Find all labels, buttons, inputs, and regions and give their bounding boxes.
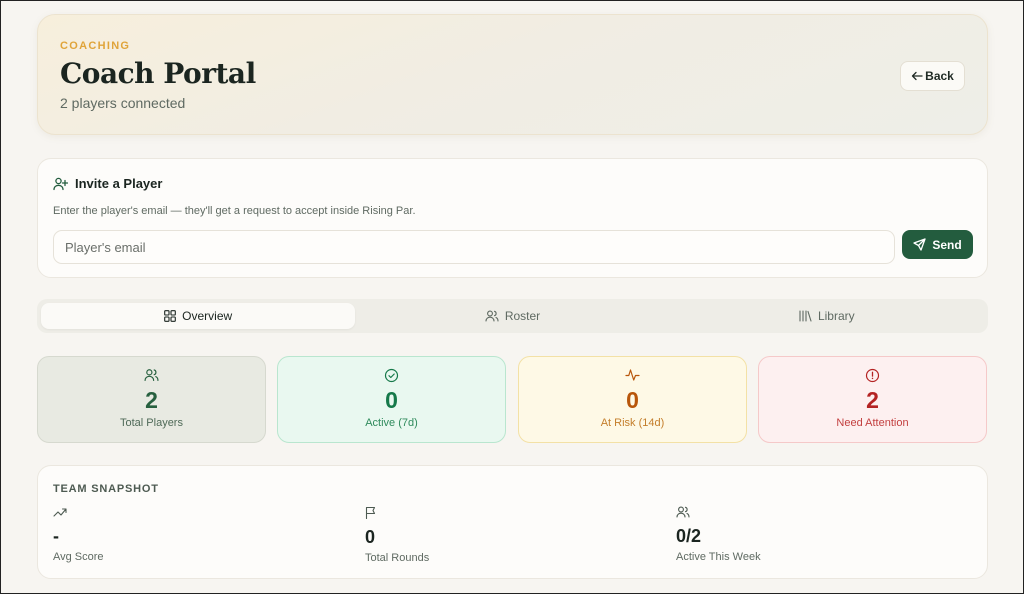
tab-label: Library	[817, 309, 855, 323]
metric-label: Total Rounds	[365, 552, 430, 564]
metric-value: 0	[365, 527, 376, 547]
invite-card: Invite a Player Enter the player's email…	[37, 158, 988, 278]
metric-avg-score: - Avg Score	[53, 506, 104, 563]
page-subtitle: 2 players connected	[60, 95, 186, 111]
tab-library[interactable]: Library	[670, 303, 984, 329]
stat-label: Need Attention	[836, 417, 909, 429]
stat-card-need-attention[interactable]: 2 Need Attention	[758, 356, 987, 443]
flag-icon	[365, 506, 429, 519]
users-icon	[485, 310, 499, 322]
activity-icon	[625, 368, 640, 384]
view-tabs: Overview Roster Library	[37, 299, 988, 333]
send-invite-button[interactable]: Send	[902, 230, 973, 259]
metric-label: Active This Week	[676, 551, 761, 563]
arrow-left-icon	[911, 71, 923, 81]
check-circle-icon	[384, 368, 399, 384]
page-header: COACHING Coach Portal 2 players connecte…	[37, 14, 988, 135]
back-button[interactable]: Back	[900, 61, 965, 91]
metric-value: 0/2	[676, 526, 702, 546]
tab-label: Roster	[504, 309, 541, 323]
stat-value: 2	[145, 387, 158, 413]
alert-circle-icon	[865, 368, 880, 384]
grid-icon	[164, 310, 177, 322]
stat-label: Active (7d)	[365, 417, 418, 429]
stat-label: Total Players	[120, 417, 183, 429]
user-plus-icon	[53, 177, 68, 191]
stat-card-active[interactable]: 0 Active (7d)	[277, 356, 506, 443]
stat-label: At Risk (14d)	[600, 417, 665, 429]
users-icon	[144, 368, 159, 384]
page-title: Coach Portal	[60, 57, 256, 90]
metric-total-rounds: 0 Total Rounds	[365, 506, 429, 564]
invite-title: Invite a Player	[75, 176, 163, 191]
metric-label: Avg Score	[53, 551, 104, 563]
stat-value: 0	[626, 387, 639, 413]
tab-label: Overview	[182, 309, 233, 323]
stat-value: 0	[385, 387, 398, 413]
team-snapshot-card: TEAM SNAPSHOT - Avg Score 0 Total Rounds…	[37, 465, 988, 579]
send-button-label: Send	[932, 237, 962, 252]
trending-up-icon	[53, 506, 104, 518]
stat-card-at-risk[interactable]: 0 At Risk (14d)	[518, 356, 747, 443]
send-icon	[913, 238, 926, 251]
stat-card-total-players[interactable]: 2 Total Players	[37, 356, 266, 443]
tab-roster[interactable]: Roster	[355, 303, 669, 329]
invite-description: Enter the player's email — they'll get a…	[53, 205, 416, 217]
tab-overview[interactable]: Overview	[41, 303, 356, 329]
library-icon	[799, 310, 812, 322]
player-email-input[interactable]	[53, 230, 895, 264]
back-button-label: Back	[925, 69, 954, 83]
users-icon	[676, 506, 761, 518]
invite-heading: Invite a Player	[53, 176, 162, 191]
metric-value: -	[53, 526, 59, 546]
stat-value: 2	[866, 387, 879, 413]
metric-active-this-week: 0/2 Active This Week	[676, 506, 761, 563]
snapshot-title: TEAM SNAPSHOT	[53, 483, 159, 495]
section-eyebrow: COACHING	[60, 40, 131, 52]
